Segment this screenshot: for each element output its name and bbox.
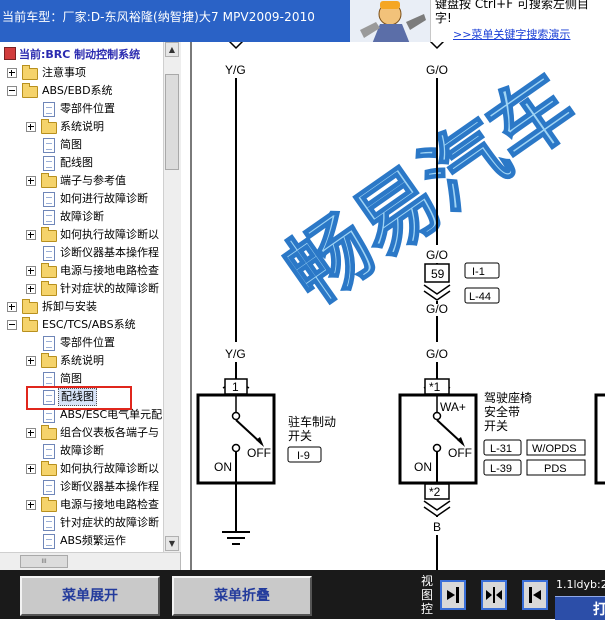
document-icon xyxy=(43,336,55,351)
wire-color-label: G/O xyxy=(426,63,448,77)
arrow-right-bar-icon xyxy=(447,587,459,603)
connector-code: L-31 xyxy=(490,443,512,455)
expand-icon[interactable] xyxy=(26,266,36,276)
document-icon xyxy=(43,480,55,495)
bottom-toolbar: 菜单展开 菜单折叠 xyxy=(0,570,605,619)
component-name: 安全带 xyxy=(484,404,520,419)
document-icon xyxy=(43,246,55,261)
switch-state: OFF xyxy=(247,446,271,460)
wiring-diagram: 畅易汽车 Y/G G/O Y/G G/O 59 I-1 L-44 G/O G/O… xyxy=(190,42,605,570)
document-icon xyxy=(43,444,55,459)
connector-pin: *2 xyxy=(429,485,441,499)
split-arrows-icon xyxy=(486,587,502,603)
document-icon xyxy=(43,102,55,117)
page-indicator: 1.1ldyb:2 xyxy=(556,578,605,591)
expand-menu-button[interactable]: 菜单展开 xyxy=(20,576,160,616)
connector-pin: *1 xyxy=(429,380,441,394)
view-left-panel-button[interactable] xyxy=(440,580,466,610)
expand-icon[interactable] xyxy=(26,176,36,186)
current-system-title: 当前:BRC 制动控制系统 xyxy=(4,46,140,62)
expand-icon[interactable] xyxy=(7,68,17,78)
wire-color-label: Y/G xyxy=(225,63,246,77)
expand-icon[interactable] xyxy=(26,356,36,366)
folder-icon xyxy=(41,119,57,134)
search-tip-box: 键盘按 Ctrl+F 可搜索左侧目 字! >>菜单关键字搜索演示 xyxy=(430,0,605,44)
connector-code: L-44 xyxy=(469,291,491,303)
component-name: 驻车制动 xyxy=(288,414,336,429)
connector-code: L-39 xyxy=(490,463,512,475)
scroll-up-arrow-icon[interactable]: ▲ xyxy=(165,42,179,57)
title-bar: 当前车型：厂家:D-东风裕隆(纳智捷)大7 MPV2009-2010 xyxy=(0,0,350,42)
mascot-image xyxy=(350,0,430,44)
component-name: 开关 xyxy=(484,419,508,433)
folder-icon xyxy=(41,353,57,368)
document-icon xyxy=(43,372,55,387)
folder-open-icon xyxy=(22,317,38,332)
expand-icon[interactable] xyxy=(26,500,36,510)
current-car-model: 当前车型：厂家:D-东风裕隆(纳智捷)大7 MPV2009-2010 xyxy=(2,10,316,24)
expand-icon[interactable] xyxy=(26,428,36,438)
folder-icon xyxy=(41,281,57,296)
wire-color-label: B xyxy=(433,520,441,534)
document-icon xyxy=(43,534,55,549)
wire-color-label: G/O xyxy=(426,347,448,361)
terminal-label: WA+ xyxy=(440,400,466,414)
folder-icon xyxy=(41,227,57,242)
expand-icon[interactable] xyxy=(7,302,17,312)
switch-state: OFF xyxy=(448,446,472,460)
view-control-label: 视图控 xyxy=(421,574,434,616)
book-icon xyxy=(4,47,16,60)
wire-color-label: G/O xyxy=(426,302,448,316)
document-icon xyxy=(43,408,55,423)
collapse-icon[interactable] xyxy=(7,86,17,96)
folder-icon xyxy=(41,173,57,188)
folder-icon xyxy=(41,497,57,512)
variant-label: W/OPDS xyxy=(532,443,577,455)
document-icon xyxy=(43,138,55,153)
expand-icon[interactable] xyxy=(26,122,36,132)
variant-label: PDS xyxy=(544,463,567,475)
connector-code: I-1 xyxy=(472,266,485,278)
document-icon xyxy=(43,516,55,531)
collapse-menu-button[interactable]: 菜单折叠 xyxy=(172,576,312,616)
switch-state: ON xyxy=(214,460,232,474)
view-split-button[interactable] xyxy=(481,580,507,610)
connector-code: I-9 xyxy=(297,450,310,462)
document-icon xyxy=(43,192,55,207)
expand-icon[interactable] xyxy=(26,284,36,294)
folder-icon xyxy=(41,461,57,476)
tip-text: 键盘按 Ctrl+F 可搜索左侧目 xyxy=(435,0,589,11)
highlight-box xyxy=(26,386,132,410)
connector-pin: 59 xyxy=(431,267,445,281)
component-name: 开关 xyxy=(288,429,312,443)
view-right-panel-button[interactable] xyxy=(522,580,548,610)
scroll-down-arrow-icon[interactable]: ▼ xyxy=(165,536,179,551)
folder-icon xyxy=(22,65,38,80)
search-demo-link[interactable]: >>菜单关键字搜索演示 xyxy=(453,26,570,42)
tree-horizontal-scrollbar[interactable]: III xyxy=(0,552,180,571)
menu-tree[interactable]: 当前:BRC 制动控制系统 注意事项 ABS/EBD系统 零部件位置 系统说明 … xyxy=(0,42,181,570)
folder-icon xyxy=(41,425,57,440)
document-icon xyxy=(43,156,55,171)
arrow-left-bar-icon xyxy=(529,587,541,603)
tree-vertical-scrollbar[interactable]: ▲ ▼ xyxy=(163,42,181,552)
scroll-thumb[interactable] xyxy=(165,74,179,170)
document-icon xyxy=(43,210,55,225)
expand-icon[interactable] xyxy=(26,464,36,474)
wire-color-label: Y/G xyxy=(225,347,246,361)
component-name: 驾驶座椅 xyxy=(484,390,532,405)
print-button[interactable]: 打 xyxy=(555,596,605,620)
tip-text-cont: 字! xyxy=(435,11,452,25)
switch-state: ON xyxy=(414,460,432,474)
expand-icon[interactable] xyxy=(26,230,36,240)
connector-pin: 1 xyxy=(232,380,239,394)
folder-icon xyxy=(22,299,38,314)
collapse-icon[interactable] xyxy=(7,320,17,330)
folder-open-icon xyxy=(22,83,38,98)
folder-icon xyxy=(41,263,57,278)
scroll-thumb[interactable]: III xyxy=(20,555,68,568)
wire-color-label: G/O xyxy=(426,248,448,262)
